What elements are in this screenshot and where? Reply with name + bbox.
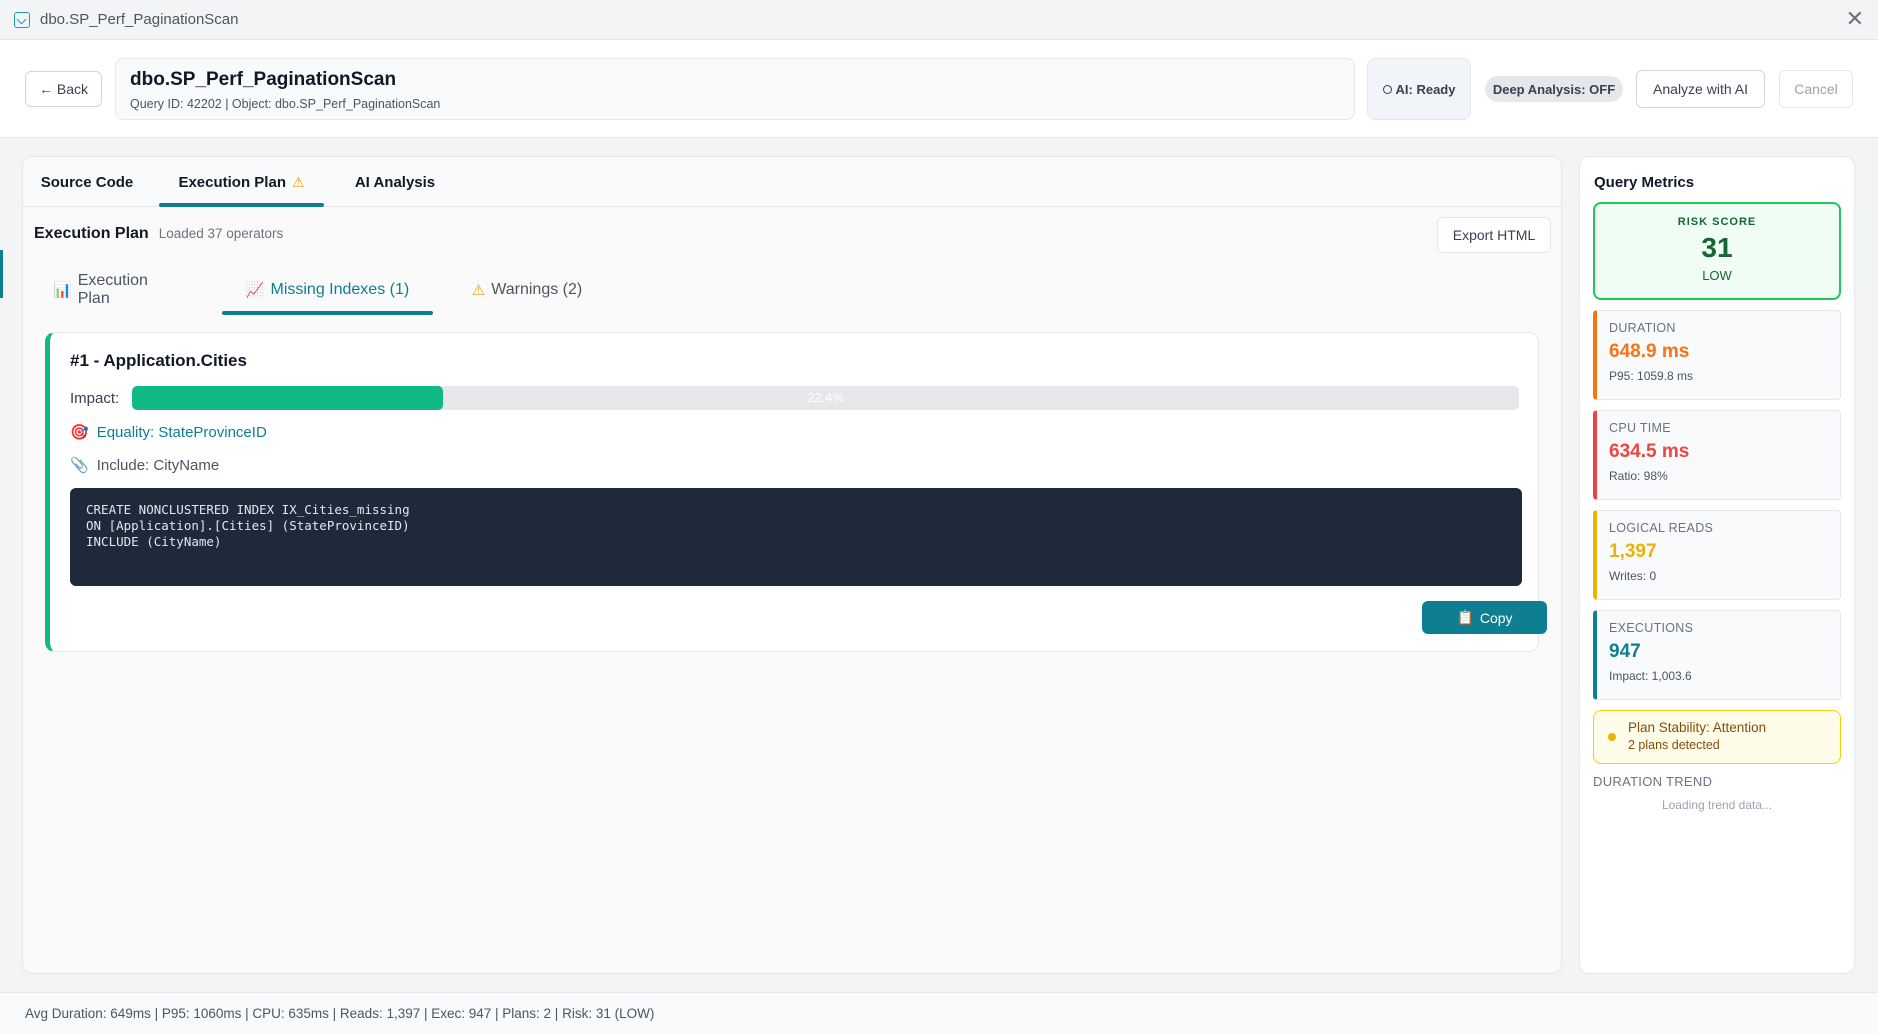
subtab-warnings[interactable]: ⚠ Warnings (2) <box>467 265 587 315</box>
main-tabs: Source Code Execution Plan ⚠ AI Analysis <box>23 157 1561 207</box>
risk-value: 31 <box>1701 232 1733 263</box>
tab-label: Execution Plan <box>178 173 286 191</box>
metric-sub: P95: 1059.8 ms <box>1609 369 1694 383</box>
copy-button[interactable]: 📋 Copy <box>1422 601 1547 634</box>
plan-header: Execution Plan Loaded 37 operators <box>34 225 283 245</box>
metric-value: 648.9 ms <box>1609 341 1690 362</box>
stability-title: Plan Stability: Attention <box>1628 720 1767 735</box>
status-dot-icon <box>1608 733 1616 741</box>
impact-bar: 22.4% <box>132 386 1519 410</box>
tab-execution-plan[interactable]: Execution Plan ⚠ <box>159 157 324 207</box>
analyze-with-ai-button[interactable]: Analyze with AI <box>1636 70 1765 108</box>
query-subtitle: Query ID: 42202 | Object: dbo.SP_Perf_Pa… <box>130 97 441 111</box>
impact-label: Impact: <box>70 389 120 407</box>
warning-icon: ⚠ <box>471 282 486 299</box>
plan-sub-tabs: 📊 Execution Plan 📈 Missing Indexes (1) ⚠… <box>23 265 1561 315</box>
cancel-button[interactable]: Cancel <box>1779 70 1853 108</box>
tab-label: Source Code <box>40 173 134 191</box>
metric-sub: Ratio: 98% <box>1609 469 1668 483</box>
metric-sub: Writes: 0 <box>1609 569 1657 583</box>
ai-status-indicator: AI: Ready <box>1367 58 1471 120</box>
metric-value: 947 <box>1609 641 1641 662</box>
trend-loading-text: Loading trend data... <box>1661 798 1773 812</box>
equality-text: Equality: StateProvinceID <box>96 423 267 441</box>
metric-label: DURATION <box>1609 321 1676 335</box>
tab-label: AI Analysis <box>354 173 436 191</box>
missing-index-card: #1 - Application.Cities Impact: 22.4% 🎯 … <box>45 332 1547 652</box>
tab-source-code[interactable]: Source Code <box>37 157 137 207</box>
index-title: #1 - Application.Cities <box>70 351 247 370</box>
query-info: dbo.SP_Perf_PaginationScan Query ID: 422… <box>115 58 1355 120</box>
ai-status-label: AI: Ready <box>1395 81 1456 97</box>
logical-reads-card: LOGICAL READS 1,397 Writes: 0 <box>1593 510 1841 600</box>
impact-row: Impact: 22.4% <box>70 385 1530 411</box>
paperclip-icon: 📎 <box>70 457 89 474</box>
risk-label: RISK SCORE <box>1677 216 1757 228</box>
subtab-label: Missing Indexes (1) <box>270 281 410 298</box>
code-line: ON [Application].[Cities] (StateProvince… <box>86 518 410 533</box>
equality-columns: 🎯 Equality: StateProvinceID <box>70 423 267 442</box>
header: ← Back dbo.SP_Perf_PaginationScan Query … <box>0 40 1878 138</box>
export-html-button[interactable]: Export HTML <box>1437 217 1551 253</box>
chart-trend-icon: 📈 <box>245 282 265 299</box>
subtab-label: Execution Plan <box>77 272 148 307</box>
query-metrics-panel: Query Metrics RISK SCORE 31 LOW DURATION… <box>1579 156 1855 974</box>
query-title: dbo.SP_Perf_PaginationScan <box>130 69 397 90</box>
executions-card: EXECUTIONS 947 Impact: 1,003.6 <box>1593 610 1841 700</box>
metric-label: EXECUTIONS <box>1609 621 1694 635</box>
clipboard-icon: 📋 <box>1456 609 1474 625</box>
subtab-execution-plan[interactable]: 📊 Execution Plan <box>53 265 183 315</box>
close-icon[interactable]: ✕ <box>1846 8 1864 30</box>
back-button[interactable]: ← Back <box>25 71 102 107</box>
copy-label: Copy <box>1479 609 1513 626</box>
include-text: Include: CityName <box>96 456 220 474</box>
metric-value: 634.5 ms <box>1609 441 1690 462</box>
bar-chart-icon: 📊 <box>53 282 72 299</box>
plan-title: Execution Plan <box>34 225 149 242</box>
create-index-code[interactable]: CREATE NONCLUSTERED INDEX IX_Cities_miss… <box>70 488 1522 586</box>
metric-label: LOGICAL READS <box>1609 521 1714 535</box>
left-edge-accent <box>0 250 3 298</box>
main-panel: Source Code Execution Plan ⚠ AI Analysis… <box>22 156 1562 974</box>
title-bar: dbo.SP_Perf_PaginationScan ✕ <box>0 0 1878 40</box>
code-line: CREATE NONCLUSTERED INDEX IX_Cities_miss… <box>86 502 410 517</box>
cpu-time-card: CPU TIME 634.5 ms Ratio: 98% <box>1593 410 1841 500</box>
metric-label: CPU TIME <box>1609 421 1671 435</box>
code-line: INCLUDE (CityName) <box>86 534 222 549</box>
duration-trend-label: DURATION TREND <box>1593 774 1713 789</box>
include-columns: 📎 Include: CityName <box>70 456 220 475</box>
subtab-missing-indexes[interactable]: 📈 Missing Indexes (1) <box>222 265 433 315</box>
app-icon <box>14 11 30 28</box>
metrics-title: Query Metrics <box>1594 174 1695 191</box>
warning-icon: ⚠ <box>291 173 305 190</box>
status-summary: Avg Duration: 649ms | P95: 1060ms | CPU:… <box>25 1006 655 1021</box>
risk-score-card: RISK SCORE 31 LOW <box>1593 202 1841 300</box>
status-circle-icon <box>1382 84 1392 94</box>
status-bar: Avg Duration: 649ms | P95: 1060ms | CPU:… <box>0 992 1878 1034</box>
plan-subtitle: Loaded 37 operators <box>158 226 284 241</box>
metric-sub: Impact: 1,003.6 <box>1609 669 1692 683</box>
deep-analysis-badge[interactable]: Deep Analysis: OFF <box>1485 76 1623 102</box>
window-title: dbo.SP_Perf_PaginationScan <box>40 11 239 28</box>
impact-percent: 22.4% <box>807 390 844 405</box>
target-icon: 🎯 <box>70 424 89 441</box>
plan-stability-alert: Plan Stability: Attention 2 plans detect… <box>1593 710 1841 764</box>
stability-sub: 2 plans detected <box>1628 738 1720 752</box>
duration-card: DURATION 648.9 ms P95: 1059.8 ms <box>1593 310 1841 400</box>
risk-level: LOW <box>1702 268 1732 283</box>
metric-value: 1,397 <box>1609 541 1657 562</box>
tab-ai-analysis[interactable]: AI Analysis <box>345 157 445 207</box>
subtab-label: Warnings (2) <box>491 281 583 298</box>
